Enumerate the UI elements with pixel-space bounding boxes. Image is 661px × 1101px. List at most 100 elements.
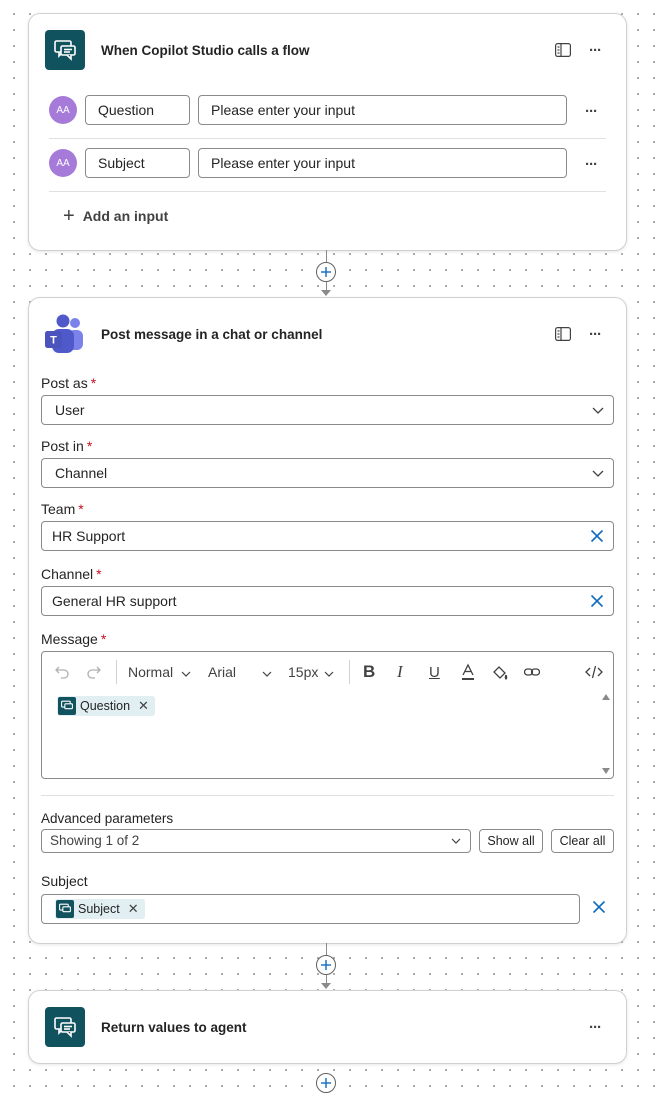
insert-step-button[interactable] [316, 262, 336, 282]
show-all-button[interactable]: Show all [479, 829, 543, 853]
font-size-dropdown[interactable]: 15px [288, 652, 335, 692]
post-in-label: Post in * [41, 438, 92, 454]
more-icon[interactable]: ··· [581, 154, 601, 174]
message-editor[interactable]: Normal Arial 15px B I U Question ✕ [41, 651, 614, 779]
link-icon[interactable] [523, 652, 541, 692]
team-combobox[interactable]: HR Support [41, 521, 614, 551]
input-type-avatar: AA [49, 96, 77, 124]
trigger-card[interactable]: When Copilot Studio calls a flow ··· AA … [28, 13, 627, 251]
copilot-chat-icon [45, 30, 85, 70]
teams-icon: T [43, 312, 87, 356]
remove-token-icon[interactable]: ✕ [128, 901, 139, 917]
chevron-down-icon [181, 671, 191, 677]
input-description-question[interactable]: Please enter your input [198, 95, 567, 125]
input-type-avatar: AA [49, 149, 77, 177]
input-description-subject[interactable]: Please enter your input [198, 148, 567, 178]
add-input-label: Add an input [82, 208, 169, 224]
dynamic-content-token-question[interactable]: Question ✕ [57, 696, 155, 716]
required-asterisk: * [90, 375, 97, 391]
font-color-icon[interactable] [459, 652, 477, 692]
post-as-label-text: Post as [41, 375, 88, 391]
message-label: Message * [41, 631, 106, 647]
font-family-dropdown[interactable]: Arial [208, 652, 273, 692]
token-label: Subject [78, 902, 120, 916]
dynamic-content-token-subject[interactable]: Subject ✕ [55, 899, 145, 919]
team-value: HR Support [52, 528, 126, 544]
highlight-icon[interactable] [491, 652, 509, 692]
svg-text:T: T [50, 335, 57, 347]
advanced-parameters-dropdown[interactable]: Showing 1 of 2 [41, 829, 471, 853]
input-name-question[interactable]: Question [85, 95, 190, 125]
subject-field[interactable]: Subject ✕ [41, 894, 580, 924]
subject-label: Subject [41, 873, 88, 889]
copilot-chat-icon [56, 900, 74, 918]
add-input-button[interactable]: + Add an input [63, 205, 169, 227]
team-label: Team * [41, 501, 84, 517]
divider [49, 191, 606, 192]
more-icon[interactable]: ··· [581, 101, 601, 121]
channel-combobox[interactable]: General HR support [41, 586, 614, 616]
font-family-value: Arial [208, 664, 237, 680]
toolbar-divider [349, 660, 350, 684]
copilot-chat-icon [45, 1007, 85, 1047]
required-asterisk: * [100, 631, 107, 647]
more-icon[interactable]: ··· [585, 1017, 605, 1037]
divider [41, 795, 614, 796]
required-asterisk: * [86, 438, 93, 454]
font-size-value: 15px [288, 664, 319, 680]
chevron-down-icon [451, 838, 461, 844]
scroll-up-icon[interactable] [602, 694, 610, 700]
input-name-subject[interactable]: Subject [85, 148, 190, 178]
remove-token-icon[interactable]: ✕ [138, 698, 149, 714]
paragraph-style-dropdown[interactable]: Normal [128, 652, 192, 692]
clear-icon[interactable] [592, 900, 606, 914]
info-panel-icon[interactable] [553, 40, 573, 60]
info-panel-icon[interactable] [553, 324, 573, 344]
required-asterisk: * [78, 501, 84, 517]
message-label-text: Message [41, 631, 98, 647]
scroll-down-icon[interactable] [602, 768, 610, 774]
clear-icon[interactable] [590, 594, 604, 608]
chevron-down-icon [592, 407, 604, 414]
clear-icon[interactable] [590, 529, 604, 543]
code-view-icon[interactable] [585, 652, 603, 692]
underline-icon[interactable]: U [429, 652, 440, 692]
paragraph-style-value: Normal [128, 664, 174, 680]
undo-icon[interactable] [54, 652, 70, 692]
chevron-down-icon [262, 671, 272, 677]
more-icon[interactable]: ··· [585, 324, 605, 344]
advanced-parameters-value: Showing 1 of 2 [50, 833, 140, 848]
chevron-down-icon [592, 470, 604, 477]
channel-value: General HR support [52, 593, 177, 609]
required-asterisk: * [96, 566, 102, 582]
post-in-label-text: Post in [41, 438, 84, 454]
insert-step-button[interactable] [316, 955, 336, 975]
post-as-dropdown[interactable]: User [41, 395, 614, 425]
italic-icon[interactable]: I [397, 652, 403, 692]
bold-icon[interactable]: B [363, 652, 375, 692]
trigger-card-title: When Copilot Studio calls a flow [101, 43, 310, 58]
editor-scrollbar[interactable] [601, 694, 611, 776]
divider [49, 138, 606, 139]
channel-label-text: Channel [41, 566, 94, 582]
plus-icon: + [63, 205, 75, 227]
post-as-label: Post as * [41, 375, 96, 391]
chevron-down-icon [324, 671, 334, 677]
insert-step-button[interactable] [316, 1073, 336, 1093]
post-in-dropdown[interactable]: Channel [41, 458, 614, 488]
return-card-title: Return values to agent [101, 1020, 247, 1035]
post-as-value: User [55, 402, 85, 418]
post-message-card[interactable]: T Post message in a chat or channel ··· … [28, 297, 627, 944]
copilot-chat-icon [58, 697, 76, 715]
post-card-title: Post message in a chat or channel [101, 327, 323, 342]
clear-all-button[interactable]: Clear all [551, 829, 614, 853]
advanced-parameters-label: Advanced parameters [41, 811, 174, 826]
return-values-card[interactable]: Return values to agent ··· [28, 990, 627, 1064]
redo-icon[interactable] [86, 652, 102, 692]
more-icon[interactable]: ··· [585, 40, 605, 60]
channel-label: Channel * [41, 566, 102, 582]
connector-arrow-icon [321, 983, 331, 989]
token-label: Question [80, 699, 131, 713]
post-in-value: Channel [55, 465, 108, 481]
toolbar-divider [116, 660, 117, 684]
